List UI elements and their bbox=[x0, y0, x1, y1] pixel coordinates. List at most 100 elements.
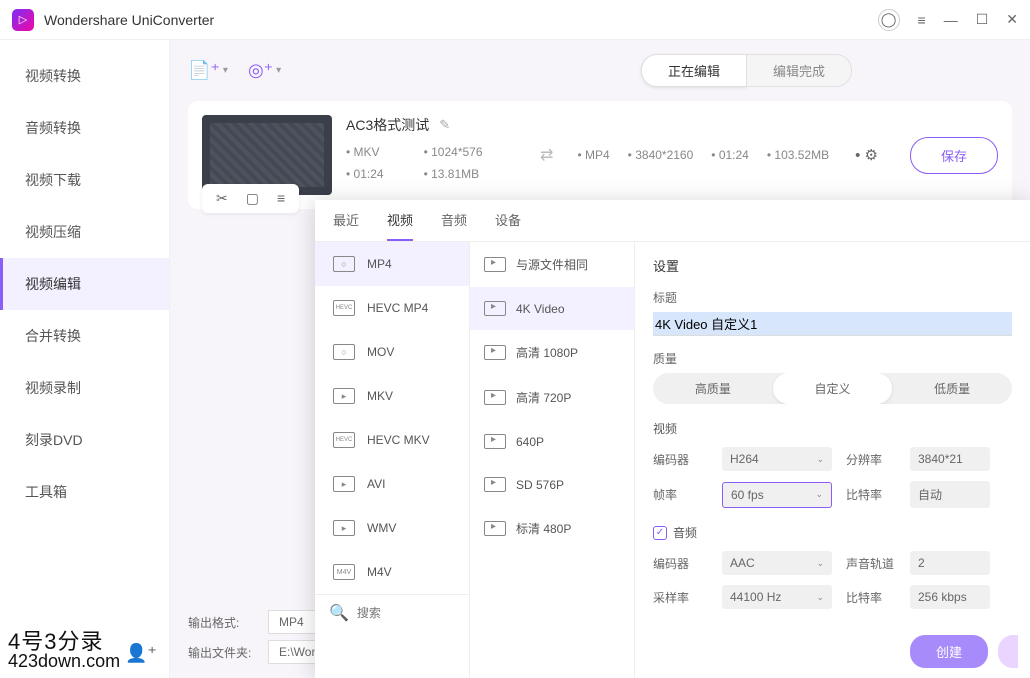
app-logo bbox=[12, 9, 34, 31]
preset-720p[interactable]: 高清 720P bbox=[470, 375, 634, 420]
sidebar-item-video-convert[interactable]: 视频转换 bbox=[0, 50, 169, 102]
v-bitrate-label: 比特率 bbox=[846, 486, 896, 503]
v-bitrate-select[interactable]: 自动 bbox=[910, 481, 990, 508]
search-input[interactable] bbox=[357, 606, 470, 620]
a-channel-label: 声音轨道 bbox=[846, 555, 896, 572]
output-folder-label: 输出文件夹: bbox=[188, 644, 258, 661]
maximize-icon[interactable]: ☐ bbox=[976, 11, 989, 28]
format-mp4[interactable]: ○MP4 bbox=[315, 242, 469, 286]
format-list: ○MP4 HEVCHEVC MP4 ○MOV ▸MKV HEVCHEVC MKV… bbox=[315, 242, 470, 678]
person-icon: 👤⁺ bbox=[125, 643, 157, 664]
a-encoder-label: 编码器 bbox=[653, 555, 708, 572]
v-res-select[interactable]: 3840*21 bbox=[910, 447, 990, 471]
crop-icon[interactable]: ▢ bbox=[246, 190, 259, 207]
tab-device[interactable]: 设备 bbox=[495, 210, 521, 241]
quality-custom[interactable]: 自定义 bbox=[773, 373, 893, 404]
quality-label: 质量 bbox=[653, 350, 1012, 367]
v-fps-label: 帧率 bbox=[653, 486, 708, 503]
format-hevc-mkv[interactable]: HEVCHEVC MKV bbox=[315, 418, 469, 462]
seg-editing[interactable]: 正在编辑 bbox=[641, 54, 747, 87]
preset-576p[interactable]: SD 576P bbox=[470, 463, 634, 506]
preset-same-as-source[interactable]: 与源文件相同 bbox=[470, 242, 634, 287]
tab-video[interactable]: 视频 bbox=[387, 210, 413, 241]
preset-640p[interactable]: 640P bbox=[470, 420, 634, 463]
format-wmv[interactable]: ▸WMV bbox=[315, 506, 469, 550]
sidebar-item-merge[interactable]: 合并转换 bbox=[0, 310, 169, 362]
quality-high[interactable]: 高质量 bbox=[653, 373, 773, 404]
audio-section-head: ✓音频 bbox=[653, 524, 1012, 541]
close-icon[interactable]: ✕ bbox=[1006, 11, 1018, 28]
src-format: MKV bbox=[346, 145, 384, 159]
preset-list: 与源文件相同 4K Video 高清 1080P 高清 720P 640P SD… bbox=[470, 242, 635, 678]
sidebar: 视频转换 音频转换 视频下载 视频压缩 视频编辑 合并转换 视频录制 刻录DVD… bbox=[0, 40, 170, 678]
src-size: 13.81MB bbox=[424, 167, 483, 181]
src-duration: 01:24 bbox=[346, 167, 384, 181]
titlebar: Wondershare UniConverter ◯ ≡ — ☐ ✕ bbox=[0, 0, 1030, 40]
menu-icon[interactable]: ≡ bbox=[918, 12, 926, 28]
save-button[interactable]: 保存 bbox=[910, 137, 998, 174]
format-popup: 最近 视频 音频 设备 ○MP4 HEVCHEVC MP4 ○MOV ▸MKV … bbox=[315, 200, 1030, 678]
account-icon[interactable]: ◯ bbox=[878, 9, 900, 31]
audio-checkbox[interactable]: ✓ bbox=[653, 526, 667, 540]
sidebar-item-toolbox[interactable]: 工具箱 bbox=[0, 466, 169, 518]
title-input[interactable] bbox=[653, 312, 1012, 336]
output-meta: MP4 3840*2160 01:24 103.52MB ⚙ bbox=[577, 115, 878, 195]
settings-icon[interactable]: ⚙ bbox=[855, 146, 878, 164]
format-avi[interactable]: ▸AVI bbox=[315, 462, 469, 506]
preset-1080p[interactable]: 高清 1080P bbox=[470, 330, 634, 375]
sidebar-item-video-compress[interactable]: 视频压缩 bbox=[0, 206, 169, 258]
out-format: MP4 bbox=[577, 148, 609, 162]
a-bitrate-label: 比特率 bbox=[846, 589, 896, 606]
video-thumbnail[interactable] bbox=[202, 115, 332, 195]
v-encoder-label: 编码器 bbox=[653, 451, 708, 468]
file-title: AC3格式测试 bbox=[346, 115, 429, 135]
sidebar-item-burn-dvd[interactable]: 刻录DVD bbox=[0, 414, 169, 466]
sidebar-item-video-download[interactable]: 视频下载 bbox=[0, 154, 169, 206]
settings-panel: 设置 标题 质量 高质量 自定义 低质量 视频 编码器 H264⌄ 分辨率 38… bbox=[635, 242, 1030, 678]
watermark: 4号3分录 423down.com bbox=[8, 632, 120, 670]
a-sample-label: 采样率 bbox=[653, 589, 708, 606]
rename-icon[interactable]: ✎ bbox=[439, 117, 450, 133]
preset-4k[interactable]: 4K Video bbox=[470, 287, 634, 330]
out-size: 103.52MB bbox=[767, 148, 829, 162]
add-file-button[interactable]: 📄⁺▾ bbox=[188, 60, 228, 81]
a-bitrate-select[interactable]: 256 kbps bbox=[910, 585, 990, 609]
minimize-icon[interactable]: — bbox=[944, 12, 958, 28]
format-mkv[interactable]: ▸MKV bbox=[315, 374, 469, 418]
search-icon: 🔍 bbox=[329, 603, 349, 623]
status-segmented: 正在编辑 编辑完成 bbox=[641, 54, 852, 87]
sidebar-item-record[interactable]: 视频录制 bbox=[0, 362, 169, 414]
shuffle-icon[interactable]: ⇄ bbox=[540, 145, 553, 165]
settings-title: 设置 bbox=[653, 256, 1012, 275]
sidebar-item-audio-convert[interactable]: 音频转换 bbox=[0, 102, 169, 154]
cut-icon[interactable]: ✂ bbox=[216, 190, 228, 207]
tab-recent[interactable]: 最近 bbox=[333, 210, 359, 241]
format-m4v[interactable]: M4VM4V bbox=[315, 550, 469, 594]
create-button[interactable]: 创建 bbox=[910, 635, 988, 668]
v-fps-select[interactable]: 60 fps⌄ bbox=[722, 482, 832, 508]
a-sample-select[interactable]: 44100 Hz⌄ bbox=[722, 585, 832, 609]
file-card: AC3格式测试 ✎ MKV 01:24 1024*576 13.81MB ⇄ M… bbox=[188, 101, 1012, 209]
tab-audio[interactable]: 音频 bbox=[441, 210, 467, 241]
v-encoder-select[interactable]: H264⌄ bbox=[722, 447, 832, 471]
app-title: Wondershare UniConverter bbox=[44, 12, 878, 28]
a-encoder-select[interactable]: AAC⌄ bbox=[722, 551, 832, 575]
edit-toolbar: ✂ ▢ ≡ bbox=[202, 184, 299, 213]
title-label: 标题 bbox=[653, 289, 1012, 306]
seg-done[interactable]: 编辑完成 bbox=[747, 54, 852, 87]
sidebar-item-video-edit[interactable]: 视频编辑 bbox=[0, 258, 169, 310]
preset-480p[interactable]: 标清 480P bbox=[470, 506, 634, 551]
format-search: 🔍 bbox=[315, 594, 469, 631]
src-resolution: 1024*576 bbox=[424, 145, 483, 159]
a-channel-select[interactable]: 2 bbox=[910, 551, 990, 575]
cancel-button-partial[interactable] bbox=[998, 635, 1018, 668]
v-res-label: 分辨率 bbox=[846, 451, 896, 468]
quality-low[interactable]: 低质量 bbox=[892, 373, 1012, 404]
quality-segmented: 高质量 自定义 低质量 bbox=[653, 373, 1012, 404]
out-duration: 01:24 bbox=[711, 148, 749, 162]
format-hevc-mp4[interactable]: HEVCHEVC MP4 bbox=[315, 286, 469, 330]
format-mov[interactable]: ○MOV bbox=[315, 330, 469, 374]
effects-icon[interactable]: ≡ bbox=[277, 190, 285, 207]
out-resolution: 3840*2160 bbox=[628, 148, 694, 162]
add-disc-button[interactable]: ◎⁺▾ bbox=[248, 60, 281, 81]
